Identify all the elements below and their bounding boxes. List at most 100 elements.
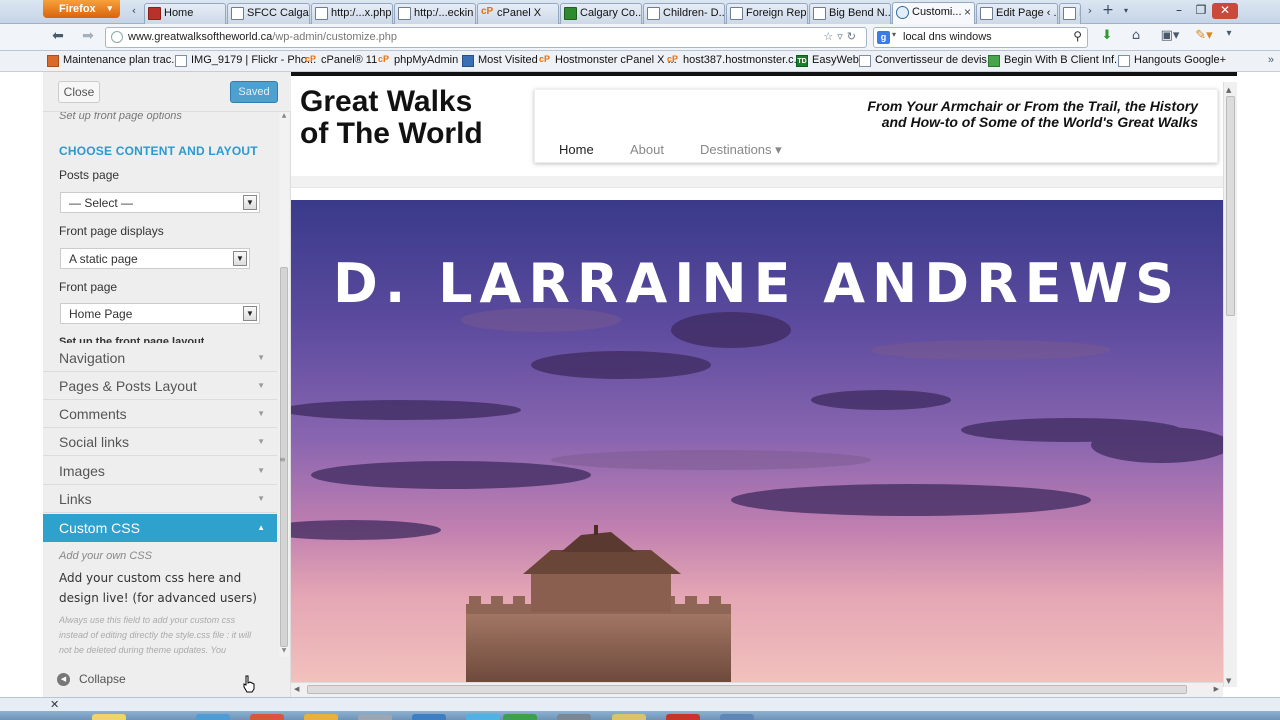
bookmark-item[interactable]: TD EasyWeb: [796, 54, 859, 67]
extension-icon[interactable]: ✎▾: [1194, 28, 1214, 46]
tab-list-icon[interactable]: ▾: [1119, 6, 1133, 22]
page-icon: [980, 7, 993, 20]
section-comments[interactable]: Comments ▼: [43, 400, 277, 428]
firefox-menu-button[interactable]: Firefox: [43, 0, 120, 18]
close-button[interactable]: Close: [58, 81, 100, 103]
saved-button[interactable]: Saved: [230, 81, 278, 103]
tab-close-icon[interactable]: ×: [964, 5, 971, 19]
scrollbar-thumb[interactable]: [307, 685, 1187, 694]
bookmark-item[interactable]: Most Visited: [462, 54, 538, 67]
tab-calgary[interactable]: Calgary Co...: [560, 3, 642, 24]
tab-scroll-left-icon[interactable]: ‹: [127, 4, 141, 20]
taskbar-item[interactable]: [92, 714, 126, 720]
scroll-up-icon[interactable]: ▲: [279, 112, 289, 122]
bookmark-star-icon[interactable]: ☆▿↻: [823, 30, 860, 43]
preview-horizontal-scrollbar[interactable]: ◀ ▶: [291, 682, 1223, 697]
taskbar-item[interactable]: [612, 714, 646, 720]
front-page-select[interactable]: Home Page ▼: [60, 303, 260, 324]
tab-scroll-right-icon[interactable]: ›: [1083, 4, 1097, 20]
section-social-links[interactable]: Social links ▼: [43, 428, 277, 456]
bookmark-item[interactable]: cP host387.hostmonster.c...: [667, 54, 803, 66]
posts-page-select[interactable]: — Select — ▼: [60, 192, 260, 213]
home-icon[interactable]: ⌂: [1126, 28, 1146, 46]
taskbar-item[interactable]: [557, 714, 591, 720]
restore-icon[interactable]: ❐: [1190, 3, 1212, 19]
bookmarks-overflow-icon[interactable]: »: [1268, 54, 1274, 66]
site-identity-icon[interactable]: [111, 31, 123, 43]
section-links[interactable]: Links ▼: [43, 485, 277, 513]
taskbar-item[interactable]: [304, 714, 338, 720]
chevron-down-icon[interactable]: ▼: [243, 306, 257, 321]
scroll-right-icon[interactable]: ▶: [1214, 685, 1219, 693]
scrollbar-thumb[interactable]: [1226, 96, 1235, 316]
section-navigation[interactable]: Navigation ▼: [43, 344, 277, 372]
back-arrow-icon[interactable]: ⬅: [48, 28, 68, 46]
chevron-down-icon[interactable]: ▼: [243, 195, 257, 210]
section-pages-posts-layout[interactable]: Pages & Posts Layout ▼: [43, 372, 277, 400]
preview-vertical-scrollbar[interactable]: ▲ ▼: [1223, 82, 1237, 687]
section-custom-css[interactable]: Custom CSS ▲: [43, 514, 277, 542]
tab-sfcc[interactable]: SFCC Calga...: [227, 3, 310, 24]
tab-cpanel[interactable]: cP cPanel X: [477, 3, 559, 24]
bookmark-item[interactable]: Convertisseur de devis...: [859, 54, 996, 67]
close-addon-bar-icon[interactable]: ✕: [50, 698, 59, 711]
taskbar-item[interactable]: [196, 714, 230, 720]
menu-chevron-icon[interactable]: ▾: [1219, 28, 1239, 46]
menu-item-home[interactable]: Home: [559, 142, 594, 157]
taskbar-item[interactable]: [720, 714, 754, 720]
front-page-displays-select[interactable]: A static page ▼: [60, 248, 250, 269]
taskbar-item[interactable]: [503, 714, 537, 720]
chevron-down-icon[interactable]: ▾: [892, 30, 896, 39]
chevron-down-icon[interactable]: ▼: [233, 251, 247, 266]
download-icon[interactable]: ⬇: [1097, 28, 1117, 46]
menu-item-destinations[interactable]: Destinations ▾: [700, 142, 782, 158]
tab-foreign[interactable]: Foreign Rep...: [726, 3, 808, 24]
scroll-down-icon[interactable]: ▼: [1226, 677, 1231, 685]
tab-children[interactable]: Children- D...: [643, 3, 725, 24]
minimize-icon[interactable]: –: [1168, 3, 1190, 19]
bookmark-item[interactable]: Begin With B Client Inf...: [988, 54, 1123, 67]
site-preview: Great Walks of The World From Your Armch…: [291, 72, 1237, 697]
search-bar[interactable]: g ▾ local dns windows ⚲: [873, 27, 1088, 48]
pane-resize-handle[interactable]: ≡: [279, 455, 287, 469]
tab-http-eckin[interactable]: http:/...eckin: [394, 3, 476, 24]
tab-big-bend[interactable]: Big Bend N...: [809, 3, 891, 24]
scroll-left-icon[interactable]: ◀: [294, 685, 299, 693]
url-bar[interactable]: www.greatwalksoftheworld.ca/wp-admin/cus…: [105, 27, 867, 48]
chevron-down-icon: ▼: [257, 381, 265, 390]
tab-customize[interactable]: Customi... ×: [892, 2, 975, 25]
section-images[interactable]: Images ▼: [43, 457, 277, 485]
sidebar-scrollbar[interactable]: ▲ ▼: [279, 112, 289, 657]
customizer-controls[interactable]: Set up front page options CHOOSE CONTENT…: [43, 112, 291, 657]
search-icon[interactable]: ⚲: [1073, 29, 1082, 43]
chevron-down-icon: ▼: [257, 466, 265, 475]
site-title[interactable]: Great Walks of The World: [300, 86, 520, 150]
bookmark-item[interactable]: Hangouts Google+: [1118, 54, 1226, 67]
content-layout-heading: CHOOSE CONTENT AND LAYOUT: [59, 144, 258, 158]
bookmark-item[interactable]: cP phpMyAdmin: [378, 54, 458, 66]
front-page-layout-label: Set up the front page layout: [59, 336, 205, 343]
tab-http-php[interactable]: http:/...x.php: [311, 3, 393, 24]
tab-d[interactable]: D: [1059, 3, 1081, 24]
taskbar-item[interactable]: [666, 714, 700, 720]
tab-edit-page[interactable]: Edit Page ‹ ...: [976, 3, 1058, 24]
scroll-down-icon[interactable]: ▼: [279, 647, 289, 657]
forward-arrow-icon[interactable]: ➡: [78, 28, 98, 46]
bookmark-item[interactable]: Maintenance plan trac...: [47, 54, 180, 67]
menu-item-about[interactable]: About: [630, 142, 664, 157]
scroll-up-icon[interactable]: ▲: [1226, 86, 1231, 94]
bookmark-icon: [859, 55, 871, 67]
taskbar-item[interactable]: [358, 714, 392, 720]
tab-home[interactable]: Home: [144, 3, 226, 24]
bookmark-item[interactable]: cP cPanel® 11: [305, 54, 377, 66]
taskbar-item[interactable]: [250, 714, 284, 720]
new-tab-icon[interactable]: +: [1101, 2, 1115, 18]
taskbar-item[interactable]: [412, 714, 446, 720]
taskbar-item[interactable]: [466, 714, 500, 720]
window-close-icon[interactable]: ✕: [1212, 3, 1238, 19]
bookmark-item[interactable]: IMG_9179 | Flickr - Pho...: [175, 54, 316, 67]
bookmark-item[interactable]: cP Hostmonster cPanel X ...: [539, 54, 677, 66]
google-icon[interactable]: g: [877, 31, 890, 44]
addon-icon[interactable]: ▣▾: [1157, 28, 1183, 46]
tab-label: Foreign Rep...: [746, 7, 807, 19]
